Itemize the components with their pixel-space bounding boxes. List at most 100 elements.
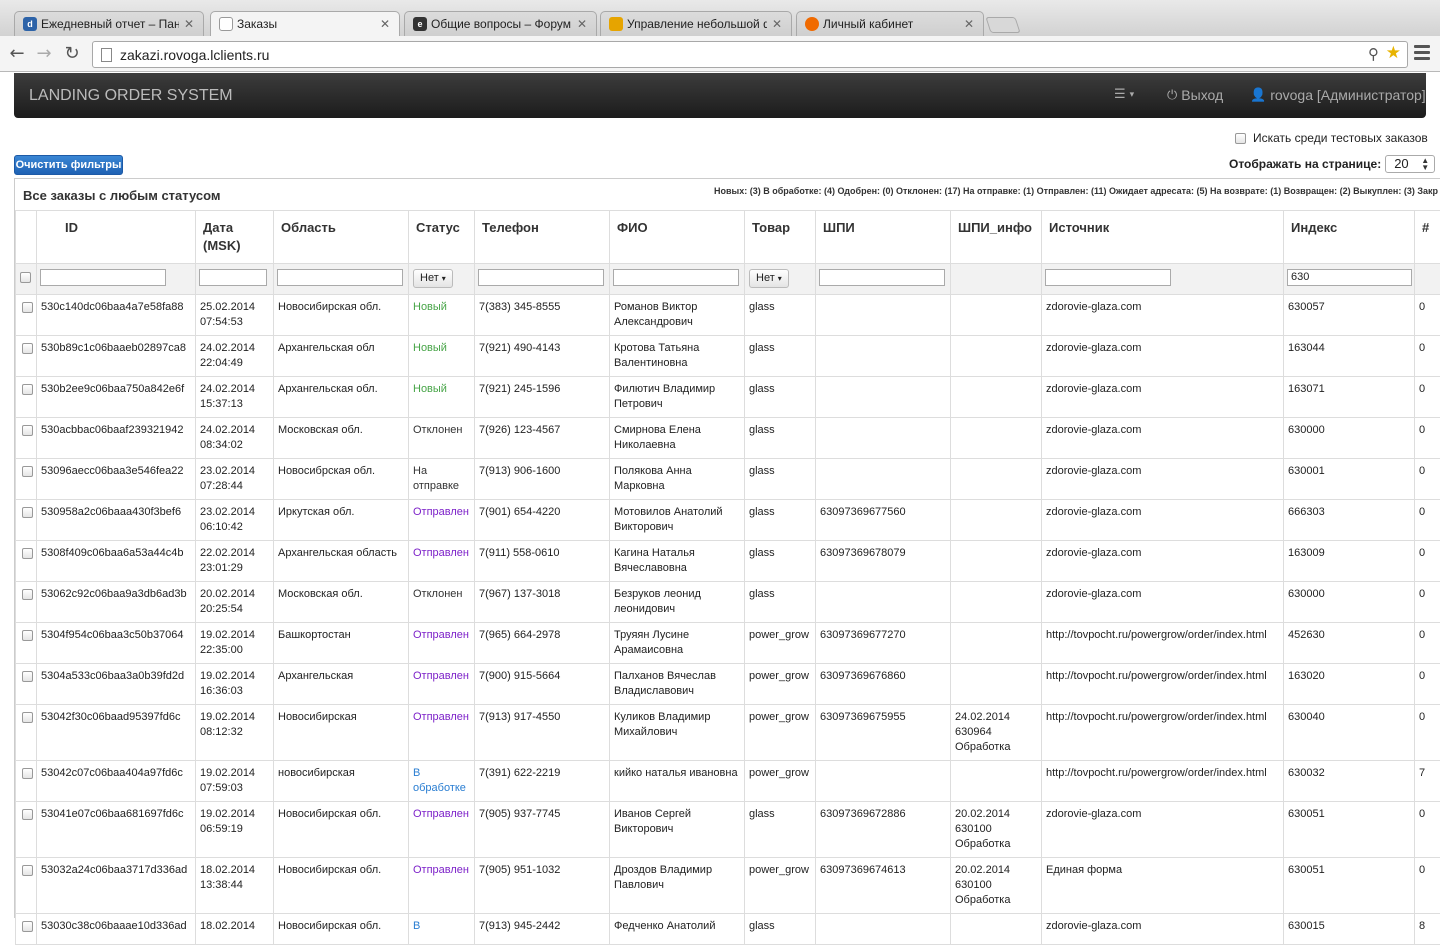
header-status[interactable]: Статус [409,211,475,264]
row-checkbox[interactable] [22,302,33,313]
close-icon[interactable]: ✕ [771,17,783,31]
region-filter-input[interactable] [277,269,403,286]
header-index[interactable]: Индекс [1284,211,1415,264]
row-checkbox[interactable] [22,466,33,477]
browser-tab-5[interactable]: Личный кабинет ✕ [796,11,984,36]
table-row[interactable]: 530b2ee9c06baa750a842e6f24.02.201415:37:… [16,377,1440,418]
spi-filter-input[interactable] [819,269,945,286]
source-filter-input[interactable] [1045,269,1171,286]
row-checkbox[interactable] [22,343,33,354]
row-checkbox[interactable] [22,865,33,876]
table-row[interactable]: 5304a533c06baa3a0b39fd2d19.02.201416:36:… [16,664,1440,705]
table-row[interactable]: 53041e07c06baa681697fd6c19.02.201406:59:… [16,802,1440,858]
row-checkbox[interactable] [22,630,33,641]
table-row[interactable]: 530b89c1c06baaeb02897ca824.02.201422:04:… [16,336,1440,377]
cell-status-text[interactable]: Отправлен [413,711,469,723]
user-menu[interactable]: 👤 rovoga [Администратор] [1250,87,1426,103]
header-id[interactable]: ID [37,211,196,264]
cell-count: 8 [1415,914,1440,945]
cell-status-text[interactable]: Новый [413,301,447,313]
browser-tab-3[interactable]: e Общие вопросы – Форум ✕ [404,11,597,36]
cell-status-text[interactable]: В [413,920,420,932]
search-test-orders-checkbox[interactable] [1235,133,1246,144]
row-checkbox[interactable] [22,809,33,820]
cell-status-text[interactable]: Отправлен [413,629,469,641]
name-filter-input[interactable] [613,269,739,286]
header-count[interactable]: # [1415,211,1440,264]
new-tab-button[interactable] [985,17,1020,33]
phone-filter-input[interactable] [478,269,604,286]
zoom-icon[interactable]: ⚲ [1368,45,1379,63]
table-row[interactable]: 53030c38c06baaae10d336ad18.02.2014Новоси… [16,914,1440,945]
table-row[interactable]: 53032a24c06baa3717d336ad18.02.201413:38:… [16,858,1440,914]
date-filter-input[interactable] [199,269,267,286]
browser-tab-2[interactable]: Заказы ✕ [210,11,400,36]
header-source[interactable]: Источник [1042,211,1284,264]
cell-status-text[interactable]: Отправлен [413,864,469,876]
index-filter-input[interactable]: 630 [1287,269,1412,286]
address-bar[interactable]: zakazi.rovoga.lclients.ru ⚲ ★ [92,41,1408,68]
cell-status-text[interactable]: В обработке [413,767,466,794]
brand-title[interactable]: LANDING ORDER SYSTEM [29,87,233,105]
cell-status-text[interactable]: Отправлен [413,506,469,518]
close-icon[interactable]: ✕ [379,17,391,31]
header-spi[interactable]: ШПИ [816,211,951,264]
reload-icon[interactable]: ↻ [60,42,84,66]
cell-status-text[interactable]: Новый [413,342,447,354]
browser-tab-4[interactable]: Управление небольшой ф ✕ [600,11,792,36]
header-label: ФИО [617,220,648,235]
row-checkbox[interactable] [22,507,33,518]
row-checkbox[interactable] [22,425,33,436]
product-filter-dropdown[interactable]: Нет ▾ [749,269,789,288]
header-date[interactable]: Дата (MSK) [196,211,274,264]
cell-status-text[interactable]: Отправлен [413,670,469,682]
header-product[interactable]: Товар [745,211,816,264]
table-row[interactable]: 530acbbac06baaf23932194224.02.201408:34:… [16,418,1440,459]
table-row[interactable]: 53096aecc06baa3e546fea2223.02.201407:28:… [16,459,1440,500]
forward-arrow-icon[interactable]: → [32,42,56,66]
table-row[interactable]: 5308f409c06baa6a53a44c4b22.02.201423:01:… [16,541,1440,582]
browser-tab-1[interactable]: d Ежедневный отчет – Пане ✕ [14,11,204,36]
bookmark-star-icon[interactable]: ★ [1386,43,1401,63]
cell-status-text[interactable]: Отклонен [413,588,462,600]
cell-status-text[interactable]: Отклонен [413,424,462,436]
table-row[interactable]: 5304f954c06baa3c50b3706419.02.201422:35:… [16,623,1440,664]
row-checkbox[interactable] [22,548,33,559]
row-checkbox[interactable] [22,384,33,395]
header-region[interactable]: Область [274,211,409,264]
select-all-checkbox[interactable] [20,272,31,283]
clear-filters-button[interactable]: Очистить фильтры [14,155,123,175]
settings-menu-button[interactable]: ☰▾ [1114,87,1134,102]
table-row[interactable]: 530958a2c06baaa430f3bef623.02.201406:10:… [16,500,1440,541]
row-checkbox[interactable] [22,589,33,600]
cell-phone-text: 7(913) 906-1600 [479,465,560,477]
cell-status-text[interactable]: На отправке [413,465,459,492]
cell-count-text: 0 [1419,711,1425,723]
header-spi-info[interactable]: ШПИ_инфо [951,211,1042,264]
close-icon[interactable]: ✕ [576,17,588,31]
row-checkbox[interactable] [22,671,33,682]
cell-status-text[interactable]: Отправлен [413,547,469,559]
header-phone[interactable]: Телефон [475,211,610,264]
cell-status-text[interactable]: Отправлен [413,808,469,820]
table-row[interactable]: 53042f30c06baad95397fd6c19.02.201408:12:… [16,705,1440,761]
logout-button[interactable]: ⏻ Выход [1167,87,1223,103]
id-filter-input[interactable] [40,269,166,286]
row-checkbox[interactable] [22,712,33,723]
per-page-select[interactable]: 20 ▲▼ [1385,155,1435,173]
table-row[interactable]: 53042c07c06baa404a97fd6c19.02.201407:59:… [16,761,1440,802]
table-row[interactable]: 53062c92c06baa9a3db6ad3b20.02.201420:25:… [16,582,1440,623]
row-checkbox[interactable] [22,921,33,932]
search-test-orders-option[interactable]: Искать среди тестовых заказов [1235,131,1428,145]
close-icon[interactable]: ✕ [963,17,975,31]
header-name[interactable]: ФИО [610,211,745,264]
back-arrow-icon[interactable]: ← [5,42,29,66]
row-checkbox[interactable] [22,768,33,779]
order-time: 15:37:13 [200,397,269,412]
url-text[interactable]: zakazi.rovoga.lclients.ru [120,47,269,63]
browser-menu-icon[interactable] [1414,45,1430,63]
cell-status-text[interactable]: Новый [413,383,447,395]
close-icon[interactable]: ✕ [183,17,195,31]
status-filter-dropdown[interactable]: Нет ▾ [413,269,453,288]
table-row[interactable]: 530c140dc06baa4a7e58fa8825.02.201407:54:… [16,295,1440,336]
